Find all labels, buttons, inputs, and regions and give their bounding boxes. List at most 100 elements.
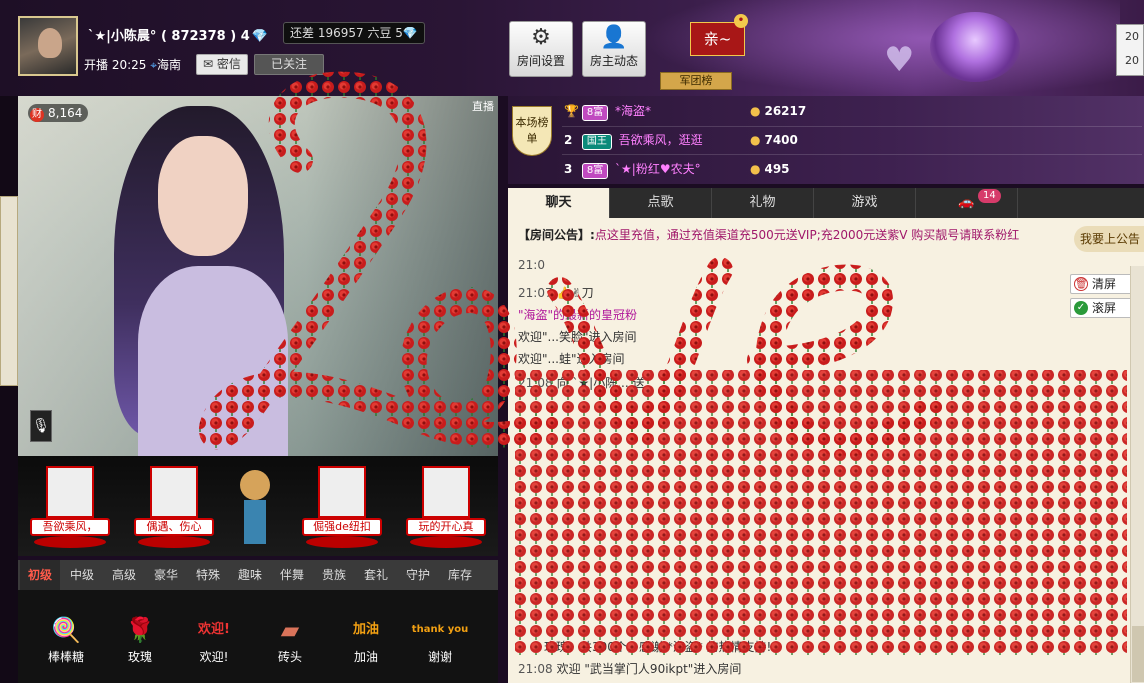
- scroll-screen-label: 滚屏: [1092, 301, 1117, 315]
- notice-key: 【房间公告】:: [518, 228, 595, 242]
- host-updates-label: 房主动态: [589, 54, 638, 68]
- chat-panel: 【房间公告】:点这里充值，通过充值渠道充500元送VIP;充2000元送紫V 购…: [508, 218, 1144, 683]
- host-name-text: `★|小陈晨°: [88, 29, 157, 44]
- chat-scrollbar[interactable]: [1130, 266, 1144, 683]
- gift-item[interactable]: ▰ 砖头: [260, 612, 320, 665]
- cheer-icon: 加油: [352, 622, 379, 637]
- gift-item[interactable]: 🍭 棒棒糖: [36, 612, 96, 665]
- lollipop-icon: 🍭: [51, 616, 81, 644]
- rank-name: `★|粉红♥农夫°: [615, 162, 701, 176]
- tab-games[interactable]: 游戏: [814, 188, 916, 218]
- rank-board-tag[interactable]: 本场榜单: [512, 106, 552, 156]
- rank-badge: 国王: [581, 134, 612, 150]
- host-level: 4: [240, 29, 250, 44]
- top-header: ♥ `★|小陈晨° ( 872378 ) 4 💎 还差 196957 六豆 5💎 …: [0, 0, 1144, 96]
- trophy-icon: 🏆: [564, 104, 579, 118]
- video-subject-body: [138, 266, 288, 456]
- gift-tab[interactable]: 守护: [398, 560, 438, 590]
- chat-message: 21:0: [518, 258, 549, 272]
- gift-tab[interactable]: 库存: [440, 560, 480, 590]
- rose-icon: 🌹: [125, 616, 155, 644]
- tab-chat[interactable]: 聊天: [508, 188, 610, 218]
- host-name: `★|小陈晨° ( 872378 ) 4 💎: [88, 25, 268, 44]
- video-corner-label[interactable]: 直播: [430, 98, 494, 116]
- gift-tab[interactable]: 高级: [104, 560, 144, 590]
- diamond-icon: 💎: [402, 26, 418, 40]
- fan-slot[interactable]: 偶遇、伤心: [134, 466, 214, 552]
- clear-screen-button[interactable]: 🗑 清屏: [1070, 274, 1132, 294]
- message-time: 21:0: [518, 258, 545, 272]
- gift-name: 加油: [353, 650, 378, 664]
- gift-tab[interactable]: 趣味: [230, 560, 270, 590]
- date-box: 20 20: [1116, 24, 1144, 76]
- message-text: 向 `★|小陈... 送: [556, 376, 645, 390]
- date-bottom: 20: [1125, 54, 1139, 67]
- rank-row[interactable]: 2 国王 吾欲乘风，逛逛 ● 7400: [564, 127, 798, 153]
- scroll-screen-button[interactable]: ✓ 滚屏: [1070, 298, 1132, 318]
- scrollbar-thumb[interactable]: [1132, 626, 1144, 682]
- gift-item[interactable]: thank you 谢谢: [410, 612, 470, 665]
- gift-tab[interactable]: 套礼: [356, 560, 396, 590]
- follow-button[interactable]: 已关注: [254, 54, 324, 75]
- video-subject-face: [158, 136, 248, 256]
- car-tab-badge: 14: [978, 189, 1001, 203]
- gift-name: 砖头: [277, 650, 302, 664]
- fan-avatar: [46, 466, 94, 518]
- side-tab[interactable]: [0, 196, 18, 386]
- fan-slot[interactable]: 吾欲乘风，: [30, 466, 110, 552]
- host-updates-button[interactable]: 👤 房主动态: [582, 21, 646, 77]
- gift-item[interactable]: 🌹 玫瑰: [110, 612, 170, 665]
- rank-row[interactable]: 🏆 8富 *海盗* ● 26217: [564, 98, 806, 124]
- message-time: 21:08: [518, 376, 553, 390]
- rank-row[interactable]: 3 8富 `★|粉红♥农夫° ● 495: [564, 156, 790, 182]
- rank-badge: 8富: [581, 163, 609, 179]
- tab-song-request[interactable]: 点歌: [610, 188, 712, 218]
- microphone-icon[interactable]: 🎙: [30, 410, 52, 442]
- car-icon: 🚗: [958, 195, 975, 210]
- location-pin-icon: ⌖: [150, 58, 157, 72]
- room-settings-label: 房间设置: [516, 54, 565, 68]
- qin-badge: •: [734, 14, 748, 28]
- message-text: 欢迎"...蛙"进入房间: [518, 352, 625, 366]
- fan-slot[interactable]: 倔强de纽扣: [302, 466, 382, 552]
- gift-tab[interactable]: 豪华: [146, 560, 186, 590]
- post-notice-button[interactable]: 我要上公告: [1074, 226, 1144, 252]
- gift-tab[interactable]: 伴舞: [272, 560, 312, 590]
- gift-tab[interactable]: 初级: [20, 560, 60, 590]
- fan-name: 偶遇、伤心: [134, 518, 214, 536]
- chat-message: "海盗"的最新的皇冠粉: [518, 306, 637, 323]
- room-notice[interactable]: 【房间公告】:点这里充值，通过充值渠道充500元送VIP;充2000元送紫V 购…: [518, 226, 1019, 243]
- fan-slot[interactable]: 玩的开心真: [406, 466, 486, 552]
- fan-name: 倔强de纽扣: [302, 518, 382, 536]
- gift-thanks-message: 玫瑰，共300个，感谢 *海盗* 的热情支持!: [544, 638, 771, 655]
- level-progress-text: 还差 196957 六豆 5: [290, 26, 403, 40]
- tab-car[interactable]: 🚗: [916, 188, 1018, 218]
- broadcast-time: 开播 20:25: [84, 58, 147, 72]
- gift-item[interactable]: 欢迎! 欢迎!: [184, 612, 244, 665]
- gift-tab[interactable]: 特殊: [188, 560, 228, 590]
- welcome-icon: 欢迎!: [198, 622, 230, 637]
- message-text: 欢迎 "武当掌门人90ikpt"进入房间: [556, 662, 742, 676]
- wealth-icon: 财: [30, 108, 44, 122]
- video-stream[interactable]: [18, 96, 498, 456]
- fan-avatar: [150, 466, 198, 518]
- gift-tab[interactable]: 贵族: [314, 560, 354, 590]
- wealth-badge: 财 8,164: [28, 104, 89, 122]
- fan-name: 玩的开心真: [406, 518, 486, 536]
- legion-rank-button[interactable]: 军团榜: [660, 72, 732, 90]
- rank-value: 7400: [764, 133, 798, 147]
- message-text: 👍✌刀: [556, 286, 594, 300]
- fan-pedestal: [306, 536, 378, 548]
- level-progress-box: 还差 196957 六豆 5💎: [283, 22, 425, 44]
- fan-character-figure[interactable]: [240, 470, 270, 550]
- gift-tab[interactable]: 中级: [62, 560, 102, 590]
- left-side-strip: [0, 96, 18, 683]
- private-message-label: 密信: [216, 57, 241, 71]
- gift-thanks-text: 玫瑰，共300个，感谢 *海盗* 的热情支持!: [544, 640, 772, 654]
- host-avatar[interactable]: [18, 16, 78, 76]
- private-message-button[interactable]: ✉ 密信: [196, 54, 248, 75]
- tab-gifts[interactable]: 礼物: [712, 188, 814, 218]
- room-settings-button[interactable]: ⚙ 房间设置: [509, 21, 573, 77]
- fan-name: 吾欲乘风，: [30, 518, 110, 536]
- gift-item[interactable]: 加油 加油: [336, 612, 396, 665]
